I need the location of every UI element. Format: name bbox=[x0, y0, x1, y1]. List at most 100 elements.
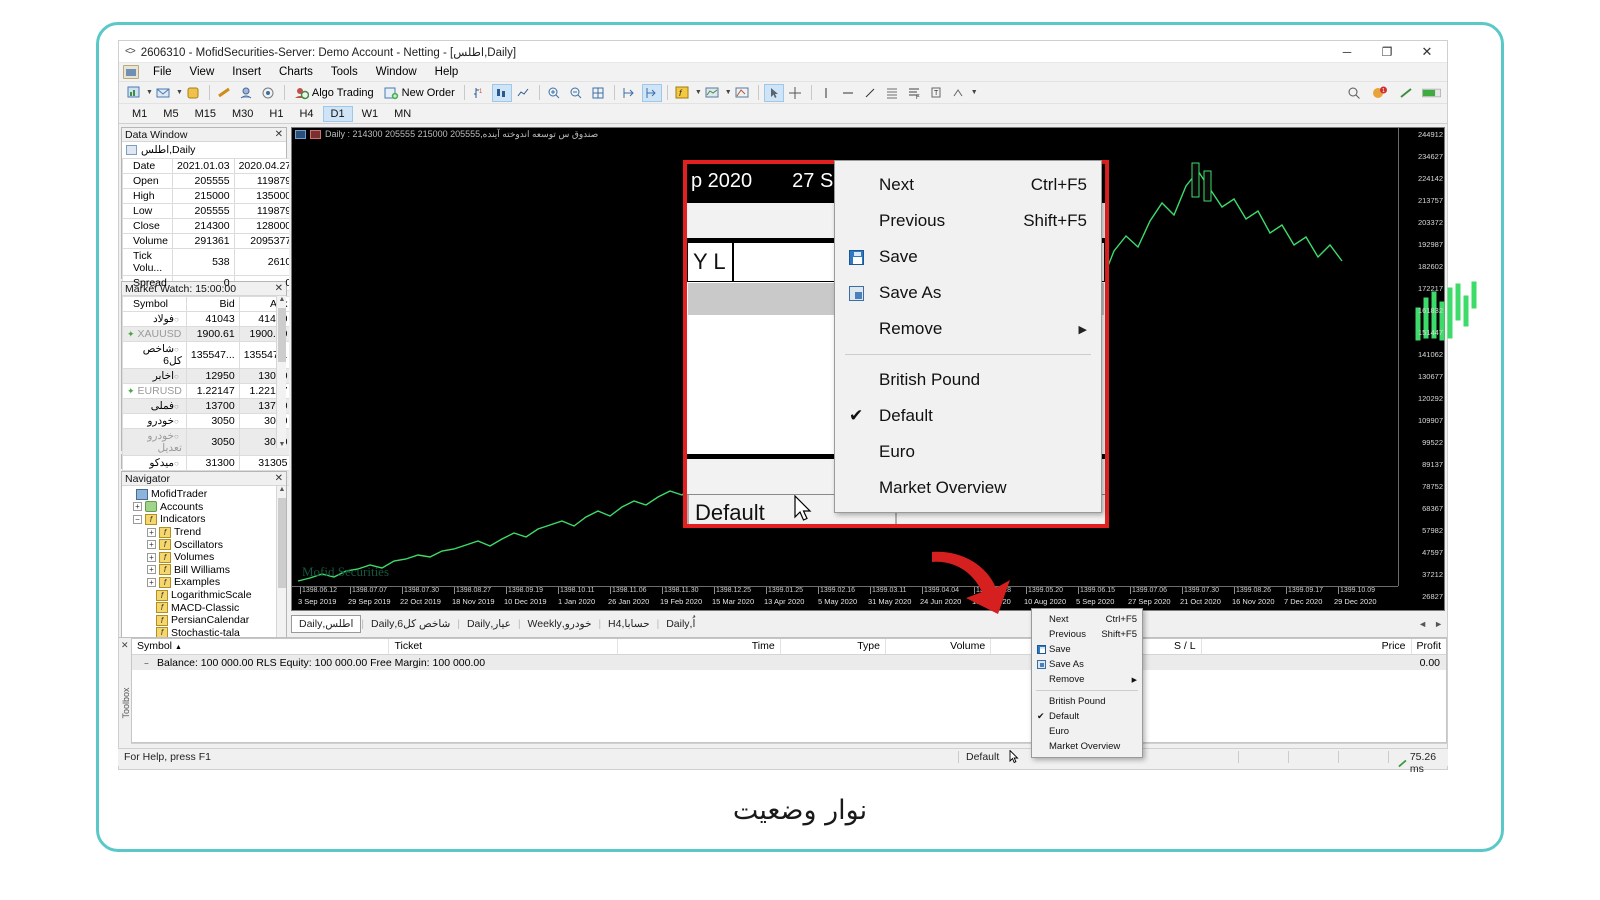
crosshair-icon[interactable] bbox=[786, 84, 806, 102]
market-icon[interactable] bbox=[237, 84, 257, 102]
minimize-button[interactable]: ─ bbox=[1327, 41, 1367, 63]
nav-item-examples[interactable]: + f Examples bbox=[124, 576, 286, 589]
col-symbol[interactable]: Symbol ▲ bbox=[132, 639, 390, 654]
menu-view[interactable]: View bbox=[181, 64, 224, 80]
menu-item-default[interactable]: ✔ Default bbox=[835, 398, 1101, 434]
col-price2[interactable]: Price bbox=[1202, 639, 1412, 654]
close-button[interactable]: ✕ bbox=[1407, 41, 1447, 63]
text-icon[interactable]: F bbox=[905, 84, 925, 102]
menu-item-euro-small[interactable]: Euro bbox=[1032, 724, 1142, 739]
menu-item-british-pound[interactable]: British Pound bbox=[835, 362, 1101, 398]
chart-tab-khodro[interactable]: خودرو,Weekly bbox=[521, 616, 599, 632]
mail-dropdown-icon[interactable]: ▼ bbox=[176, 89, 183, 96]
menu-item-british-pound-small[interactable]: British Pound bbox=[1032, 694, 1142, 709]
mail-icon[interactable] bbox=[154, 84, 174, 102]
close-icon[interactable]: ✕ bbox=[275, 283, 283, 294]
menu-item-market-overview-small[interactable]: Market Overview bbox=[1032, 739, 1142, 754]
new-chart-dropdown-icon[interactable]: ▼ bbox=[146, 89, 153, 96]
vertical-line-icon[interactable] bbox=[817, 84, 837, 102]
menu-item-market-overview[interactable]: Market Overview bbox=[835, 470, 1101, 506]
col-time[interactable]: Time bbox=[618, 639, 781, 654]
timeframe-m5[interactable]: M5 bbox=[156, 107, 185, 121]
col-type[interactable]: Type bbox=[781, 639, 886, 654]
menu-item-remove-small[interactable]: Remove ▶ bbox=[1032, 672, 1142, 687]
market-watch-scrollbar[interactable]: ▲ ▼ bbox=[276, 296, 286, 448]
arrows-dropdown-icon[interactable]: ▼ bbox=[971, 89, 978, 96]
broadcast-icon[interactable] bbox=[259, 84, 279, 102]
col-volume[interactable]: Volume bbox=[886, 639, 992, 654]
context-menu-templates[interactable]: Next Ctrl+F5 Previous Shift+F5 Save Save… bbox=[834, 160, 1102, 513]
cursor-icon[interactable] bbox=[763, 83, 784, 102]
candlestick-chart-icon[interactable] bbox=[491, 83, 512, 102]
menu-item-next-small[interactable]: Next Ctrl+F5 bbox=[1032, 612, 1142, 627]
alert-icon[interactable]: 1 bbox=[1370, 84, 1390, 102]
zoom-in-icon[interactable] bbox=[545, 84, 565, 102]
expand-icon[interactable]: + bbox=[133, 502, 142, 512]
nav-item-macd-classic[interactable]: f MACD-Classic bbox=[124, 601, 286, 614]
menu-help[interactable]: Help bbox=[426, 64, 468, 80]
nav-item-persiancalendar[interactable]: f PersianCalendar bbox=[124, 614, 286, 627]
timeframe-mn[interactable]: MN bbox=[387, 107, 418, 121]
chart-tab-atlas[interactable]: اطلس,Daily bbox=[291, 615, 362, 633]
nav-item-trend[interactable]: + f Trend bbox=[124, 526, 286, 539]
menu-item-default-small[interactable]: ✔ Default bbox=[1032, 709, 1142, 724]
nav-item-oscillators[interactable]: + f Oscillators bbox=[124, 538, 286, 551]
search-icon[interactable] bbox=[1344, 84, 1364, 102]
col-bid[interactable]: Bid bbox=[185, 296, 240, 312]
collapse-icon[interactable]: − bbox=[144, 659, 152, 668]
expand-icon[interactable]: + bbox=[147, 565, 156, 575]
close-icon[interactable]: ✕ bbox=[275, 129, 283, 140]
menu-item-euro[interactable]: Euro bbox=[835, 434, 1101, 470]
nav-item-mofidtrader[interactable]: MofidTrader bbox=[124, 488, 286, 501]
nav-item-accounts[interactable]: + Accounts bbox=[124, 501, 286, 514]
traffic-indicator-icon[interactable] bbox=[1422, 84, 1442, 102]
menu-charts[interactable]: Charts bbox=[270, 64, 322, 80]
timeframe-h1[interactable]: H1 bbox=[262, 107, 290, 121]
expand-icon[interactable]: + bbox=[147, 540, 156, 550]
scroll-left-icon[interactable]: ◄ bbox=[1418, 619, 1427, 629]
timeframe-w1[interactable]: W1 bbox=[355, 107, 386, 121]
templates-dropdown-icon[interactable]: ▼ bbox=[725, 89, 732, 96]
menu-file[interactable]: File bbox=[144, 64, 181, 80]
col-symbol[interactable]: Symbol bbox=[122, 296, 187, 312]
fibonacci-icon[interactable] bbox=[883, 84, 903, 102]
signals-icon[interactable] bbox=[215, 84, 235, 102]
menu-item-previous[interactable]: Previous Shift+F5 bbox=[835, 203, 1101, 239]
menu-item-save-small[interactable]: Save bbox=[1032, 642, 1142, 657]
close-icon[interactable]: ✕ bbox=[121, 640, 129, 651]
menu-window[interactable]: Window bbox=[367, 64, 426, 80]
nav-item-logarithmicscale[interactable]: f LogarithmicScale bbox=[124, 589, 286, 602]
menu-item-previous-small[interactable]: Previous Shift+F5 bbox=[1032, 627, 1142, 642]
new-chart-icon[interactable] bbox=[124, 84, 144, 102]
timeframe-h4[interactable]: H4 bbox=[292, 107, 320, 121]
menu-item-save-as[interactable]: Save As bbox=[835, 275, 1101, 311]
collapse-icon[interactable]: − bbox=[133, 514, 142, 524]
objects-icon[interactable] bbox=[733, 84, 753, 102]
indicators-dropdown-icon[interactable]: ▼ bbox=[695, 89, 702, 96]
timeframe-m30[interactable]: M30 bbox=[225, 107, 260, 121]
expand-icon[interactable]: + bbox=[147, 552, 156, 562]
chart-tab-shakhes[interactable]: شاخص کل6,Daily bbox=[364, 616, 457, 632]
menu-insert[interactable]: Insert bbox=[223, 64, 270, 80]
close-icon[interactable]: ✕ bbox=[275, 473, 283, 484]
label-icon[interactable]: T bbox=[927, 84, 947, 102]
chart-shift-icon[interactable] bbox=[641, 83, 662, 102]
timeframe-m1[interactable]: M1 bbox=[125, 107, 154, 121]
maximize-button[interactable]: ❐ bbox=[1367, 41, 1407, 63]
menu-item-save-as-small[interactable]: Save As bbox=[1032, 657, 1142, 672]
context-menu-templates-actual[interactable]: Next Ctrl+F5 Previous Shift+F5 Save Save… bbox=[1031, 608, 1143, 758]
expand-icon[interactable]: + bbox=[147, 527, 156, 537]
indicators-icon[interactable]: f bbox=[673, 84, 693, 102]
profiles-icon[interactable] bbox=[184, 84, 204, 102]
line-chart-icon[interactable] bbox=[514, 84, 534, 102]
balance-row[interactable]: − Balance: 100 000.00 RLS Equity: 100 00… bbox=[132, 655, 1446, 670]
nav-item-volumes[interactable]: + f Volumes bbox=[124, 551, 286, 564]
timeframe-m15[interactable]: M15 bbox=[188, 107, 223, 121]
col-ticket[interactable]: Ticket bbox=[389, 639, 619, 654]
col-profit[interactable]: Profit bbox=[1412, 639, 1447, 654]
nav-item-indicators[interactable]: − f Indicators bbox=[124, 513, 286, 526]
templates-icon[interactable] bbox=[703, 84, 723, 102]
chart-tab-ayar[interactable]: عیار,Daily bbox=[460, 616, 518, 632]
nav-item-bill-williams[interactable]: + f Bill Williams bbox=[124, 564, 286, 577]
horizontal-line-icon[interactable] bbox=[839, 84, 859, 102]
